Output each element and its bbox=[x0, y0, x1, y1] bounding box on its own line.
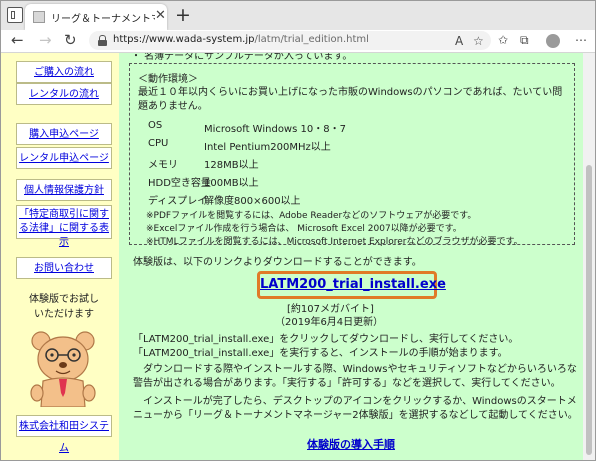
spec-cpu-value: Intel Pentium200MHz以上 bbox=[204, 142, 331, 153]
browser-toolbar: ← → ↻ https://www.wada-system.jp/latm/tr… bbox=[1, 30, 595, 53]
spec-os-label: OS bbox=[148, 120, 163, 131]
note-pdf: ※PDFファイルを閲覧するには、Adobe Readerなどのソフトウェアが必要… bbox=[146, 211, 477, 221]
read-aloud-icon[interactable]: A bbox=[455, 34, 463, 48]
back-icon[interactable]: ← bbox=[11, 31, 24, 49]
favorites-icon[interactable]: ✩ bbox=[498, 33, 508, 47]
download-intro: 体験版は、以下のリンクよりダウンロードすることができます。 bbox=[133, 257, 422, 268]
spec-os-value: Microsoft Windows 10・8・7 bbox=[204, 124, 346, 135]
left-sidebar: ご購入の流れ レンタルの流れ 購入申込ページ レンタル申込ページ 個人情報保護方… bbox=[1, 53, 119, 460]
main-content: ・ 名簿データにサンプルデータが入っています。 ＜動作環境＞ 最近１０年以内くら… bbox=[119, 53, 583, 460]
instruction-paragraph-1: 「LATM200_trial_install.exe」をクリックしてダウンロード… bbox=[133, 333, 579, 361]
spec-hdd-value: 100MB以上 bbox=[204, 178, 259, 189]
spec-hdd-label: HDD空き容量 bbox=[148, 178, 211, 189]
nav-commerce-law[interactable]: 「特定商取引に関する法律」に関する表示 bbox=[16, 205, 112, 248]
profile-avatar[interactable] bbox=[546, 34, 560, 48]
mascot-image bbox=[30, 331, 96, 407]
close-tab-icon[interactable]: ✕ bbox=[155, 8, 166, 23]
mascot-caption-line-1: 体験版でお試し bbox=[29, 294, 99, 305]
favicon-icon bbox=[33, 11, 45, 23]
mascot-caption: 体験版でお試し いただけます bbox=[16, 292, 112, 322]
env-heading: ＜動作環境＞ bbox=[138, 74, 198, 85]
instruction-line-1: 「LATM200_trial_install.exe」をクリックしてダウンロード… bbox=[133, 334, 519, 345]
note-excel: ※Excelファイル作成を行う場合は、 Microsoft Excel 2007… bbox=[146, 224, 462, 234]
tab-strip: リーグ＆トーナメントマネージャー 体験 ✕ + bbox=[1, 1, 595, 30]
page-scrollbar[interactable] bbox=[583, 53, 595, 460]
nav-contact[interactable]: お問い合わせ bbox=[16, 257, 112, 279]
refresh-icon[interactable]: ↻ bbox=[64, 31, 77, 49]
nav-purchase-form[interactable]: 購入申込ページ bbox=[16, 123, 112, 145]
spec-display-value: 解像度800×600以上 bbox=[204, 196, 301, 207]
more-menu-icon[interactable]: ⋯ bbox=[575, 33, 587, 47]
address-bar[interactable]: https://www.wada-system.jp/latm/trial_ed… bbox=[89, 31, 491, 50]
tab-title: リーグ＆トーナメントマネージャー 体験 bbox=[51, 14, 155, 25]
download-link[interactable]: LATM200_trial_install.exe bbox=[260, 274, 446, 296]
favorite-star-icon[interactable]: ☆ bbox=[473, 34, 484, 48]
lock-icon[interactable] bbox=[98, 35, 107, 46]
download-highlight: LATM200_trial_install.exe bbox=[257, 271, 446, 299]
browser-window: リーグ＆トーナメントマネージャー 体験 ✕ + ← → ↻ https://ww… bbox=[0, 0, 596, 461]
new-tab-icon[interactable]: + bbox=[175, 4, 191, 26]
install-guide-link[interactable]: 体験版の導入手順 bbox=[119, 436, 583, 452]
updated-date: （2019年6月4日更新） bbox=[275, 317, 384, 328]
url-text[interactable]: https://www.wada-system.jp/latm/trial_ed… bbox=[113, 34, 369, 45]
nav-rental-flow[interactable]: レンタルの流れ bbox=[16, 83, 112, 105]
tab-actions-icon[interactable] bbox=[7, 7, 23, 23]
nav-privacy-policy[interactable]: 個人情報保護方針 bbox=[16, 179, 112, 201]
spec-cpu-label: CPU bbox=[148, 138, 169, 149]
note-html: ※HTMLファイルを閲覧するには、Microsoft Internet Expl… bbox=[146, 237, 523, 247]
instruction-line-2: 「LATM200_trial_install.exe」を実行すると、インストール… bbox=[133, 348, 508, 359]
mascot-caption-line-2: いただけます bbox=[34, 309, 94, 320]
active-tab[interactable]: リーグ＆トーナメントマネージャー 体験 ✕ bbox=[25, 4, 167, 30]
company-link[interactable]: 株式会社和田システム bbox=[16, 415, 112, 454]
spec-memory-value: 128MB以上 bbox=[204, 160, 259, 171]
system-requirements-box: ＜動作環境＞ 最近１０年以内くらいにお買い上げになった市販のWindowsのパソ… bbox=[129, 63, 575, 247]
launch-paragraph: インストールが完了したら、デスクトップのアイコンをクリックするか、Windows… bbox=[133, 396, 578, 421]
nav-purchase-flow[interactable]: ご購入の流れ bbox=[16, 61, 112, 83]
collections-icon[interactable]: ⧉ bbox=[520, 33, 529, 48]
warning-paragraph: ダウンロードする際やインストールする際、Windowsやセキュリティソフトなどか… bbox=[133, 364, 577, 389]
nav-rental-form[interactable]: レンタル申込ページ bbox=[16, 147, 112, 169]
spec-memory-label: メモリ bbox=[148, 160, 178, 171]
env-intro: 最近１０年以内くらいにお買い上げになった市販のWindowsのパソコンであれば、… bbox=[138, 87, 563, 112]
page-content: ご購入の流れ レンタルの流れ 購入申込ページ レンタル申込ページ 個人情報保護方… bbox=[1, 53, 583, 460]
forward-icon[interactable]: → bbox=[39, 31, 52, 49]
scrollbar-thumb[interactable] bbox=[586, 165, 592, 455]
spec-display-label: ディスプレイ bbox=[148, 196, 208, 207]
sample-data-line: ・ 名簿データにサンプルデータが入っています。 bbox=[131, 53, 353, 62]
